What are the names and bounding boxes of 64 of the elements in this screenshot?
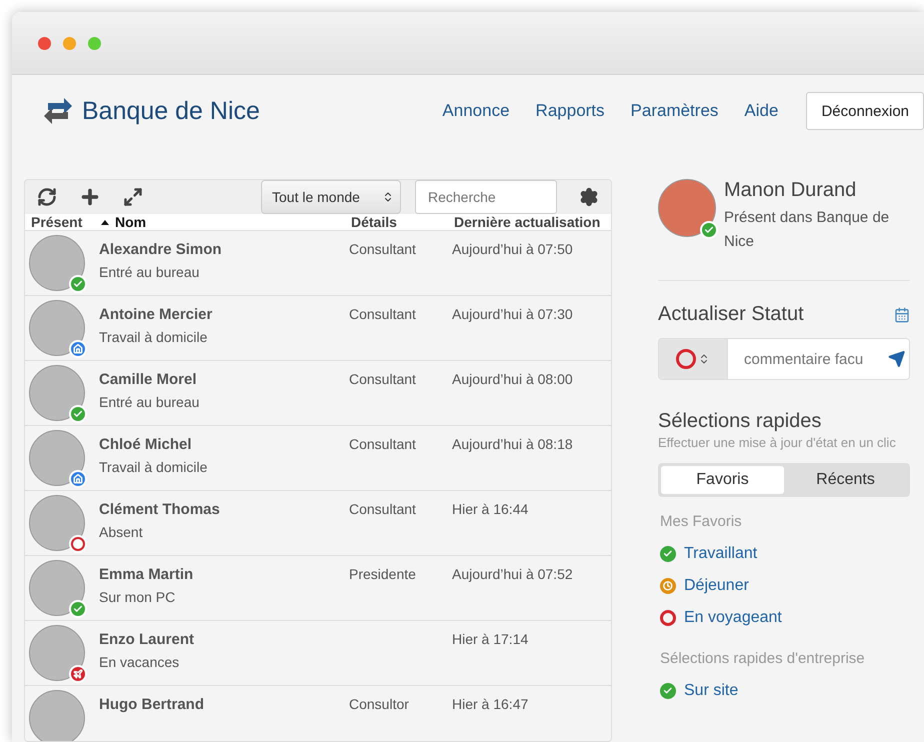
- section-title: Actualiser Statut: [658, 303, 804, 326]
- status-text: Travail à domicile: [99, 459, 208, 475]
- close-button[interactable]: [38, 36, 51, 50]
- status-text: En vacances: [99, 654, 180, 670]
- nav-link[interactable]: Annonce: [442, 101, 510, 121]
- settings-icon[interactable]: [579, 187, 599, 207]
- details-cell-text: Consultant: [349, 371, 417, 387]
- status-text: Travail à domicile: [99, 329, 208, 345]
- column-header[interactable]: Détails: [351, 214, 454, 230]
- section-subtitle: Effectuer une mise à jour d'état en un clic: [658, 434, 897, 452]
- status-text: Entré au bureau: [99, 264, 200, 280]
- column-header[interactable]: Dernière actualisation: [454, 214, 611, 230]
- status-text: Sur mon PC: [99, 589, 176, 605]
- add-icon[interactable]: [79, 186, 101, 208]
- brand-name: Banque de Nice: [82, 96, 260, 126]
- logout-button[interactable]: Déconnexion: [806, 92, 924, 130]
- section-title: Sélections rapides: [658, 410, 822, 433]
- updated-cell-text: Aujourd’hui à 08:18: [452, 436, 574, 452]
- status-link[interactable]: En voyageant: [684, 609, 782, 627]
- status-text: Absent: [99, 524, 144, 540]
- search-field[interactable]: Recherche: [415, 180, 557, 214]
- tab[interactable]: Récents: [784, 466, 907, 494]
- expand-icon[interactable]: [123, 187, 143, 207]
- updated-cell-text: Aujourd’hui à 07:52: [452, 566, 574, 582]
- updated-cell-text: Hier à 17:14: [452, 631, 530, 647]
- calendar-icon[interactable]: [894, 306, 910, 322]
- person-name: Emma Martin: [99, 566, 194, 583]
- nav-link[interactable]: Rapports: [536, 101, 605, 121]
- person-name: Alexandre Simon: [99, 241, 223, 258]
- tab[interactable]: Favoris: [661, 466, 784, 494]
- updated-cell-text: Hier à 16:47: [452, 696, 530, 712]
- person-name: Antoine Mercier: [99, 306, 214, 323]
- person-name: Enzo Laurent: [99, 631, 196, 648]
- person-name: Clément Thomas: [99, 501, 221, 518]
- person-name: Chloé Michel: [99, 436, 193, 453]
- updated-cell-text: Aujourd’hui à 07:50: [452, 241, 574, 257]
- avatar: [29, 690, 85, 741]
- person-name: Hugo Bertrand: [99, 696, 205, 713]
- column-header[interactable]: Présent: [31, 214, 101, 230]
- person-name: Camille Morel: [99, 371, 198, 388]
- status-link[interactable]: Travaillant: [684, 545, 758, 563]
- column-header[interactable]: Nom: [101, 214, 351, 230]
- refresh-icon[interactable]: [37, 187, 57, 207]
- status-text: Entré au bureau: [99, 394, 200, 410]
- sort-icon: [101, 220, 109, 224]
- details-cell-text: Consultant: [349, 306, 417, 322]
- profile-status: Présent dans Banque de Nice: [724, 208, 890, 252]
- caret-icon: [382, 191, 394, 203]
- filter-select[interactable]: Tout le monde: [261, 180, 401, 214]
- profile-name: Manon Durand: [724, 179, 858, 202]
- nav-link[interactable]: Paramètres: [630, 101, 718, 121]
- details-cell-text: Consultant: [349, 501, 417, 517]
- details-cell-text: Consultor: [349, 696, 410, 712]
- status-link[interactable]: Déjeuner: [684, 577, 749, 595]
- group-label: Sélections rapides d'entreprise: [660, 650, 866, 667]
- details-cell-text: Consultant: [349, 241, 417, 257]
- details-cell-text: Consultant: [349, 436, 417, 452]
- updated-cell-text: Aujourd’hui à 08:00: [452, 371, 574, 387]
- updated-cell-text: Hier à 16:44: [452, 501, 530, 517]
- status-link[interactable]: Sur site: [684, 682, 738, 700]
- nav-link[interactable]: Aide: [744, 101, 778, 121]
- updated-cell-text: Aujourd’hui à 07:30: [452, 306, 574, 322]
- details-cell-text: Presidente: [349, 566, 417, 582]
- group-label: Mes Favoris: [660, 513, 743, 530]
